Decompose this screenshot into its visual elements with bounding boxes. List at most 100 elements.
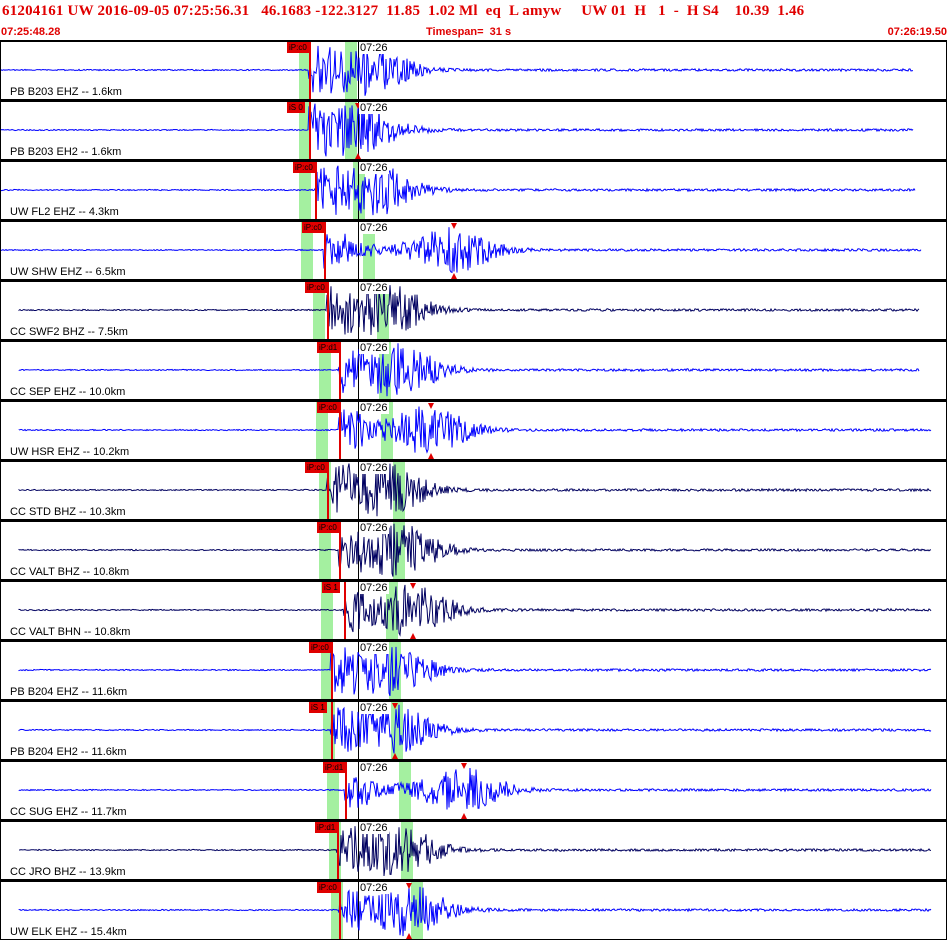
- arrival-marker: [392, 753, 398, 759]
- end-time: 07:26:19.50: [887, 26, 947, 38]
- channel-label: PB B203 EHZ -- 1.6km: [10, 86, 122, 98]
- trace-panel[interactable]: iS 1 07:26 PB B204 EH2 -- 11.6km: [0, 700, 947, 760]
- waveform: [18, 403, 932, 459]
- waveform: [19, 826, 931, 877]
- channel-label: CC VALT BHN -- 10.8km: [10, 626, 131, 638]
- waveform-trace: [18, 704, 932, 754]
- pick-flag[interactable]: iP:c0: [305, 462, 327, 473]
- trace-panel[interactable]: iP:c0 07:26 PB B204 EHZ -- 11.6km: [0, 640, 947, 700]
- arrival-marker: [451, 273, 457, 279]
- pick-flag[interactable]: iP:c0: [317, 882, 339, 893]
- time-tick-label: 07:26: [359, 582, 389, 594]
- trace-panel[interactable]: iP:c0 07:26 PB B203 EHZ -- 1.6km: [0, 40, 947, 100]
- event-header: 61204161 UW 2016-09-05 07:25:56.31 46.16…: [0, 0, 949, 40]
- pick-line[interactable]: [337, 822, 339, 879]
- waveform: [18, 283, 920, 336]
- waveform: [1, 103, 914, 159]
- pick-flag[interactable]: iP:c0: [317, 522, 339, 533]
- trace-panel[interactable]: iP:d1 07:26 CC SUG EHZ -- 11.7km: [0, 760, 947, 820]
- channel-label: CC SEP EHZ -- 10.0km: [10, 386, 126, 398]
- waveform: [1, 45, 914, 96]
- pick-flag[interactable]: iS 1: [322, 582, 340, 593]
- waveform: [18, 583, 932, 639]
- waveform: [18, 703, 932, 759]
- pick-flag[interactable]: iP:d1: [323, 762, 346, 773]
- trace-panel[interactable]: iP:c0 07:26 UW ELK EHZ -- 15.4km: [0, 880, 947, 940]
- pick-flag[interactable]: iP:c0: [317, 402, 339, 413]
- time-tick-label: 07:26: [359, 282, 389, 294]
- waveform-trace: [1, 45, 914, 96]
- waveform-trace: [1, 227, 922, 274]
- waveform-trace: [18, 463, 932, 517]
- pick-line[interactable]: [324, 222, 326, 279]
- trace-panel[interactable]: iP:d1 07:26 CC JRO BHZ -- 13.9km: [0, 820, 947, 880]
- pick-line[interactable]: [339, 342, 341, 399]
- trace-panel[interactable]: iP:d1 07:26 CC SEP EHZ -- 10.0km: [0, 340, 947, 400]
- waveform-trace: [18, 584, 932, 637]
- channel-label: CC JRO BHZ -- 13.9km: [10, 866, 126, 878]
- pick-flag[interactable]: iP:c0: [287, 42, 309, 53]
- pick-flag[interactable]: iS 0: [287, 102, 305, 113]
- time-tick-label: 07:26: [359, 702, 389, 714]
- trace-panel[interactable]: iS 1 07:26 CC VALT BHN -- 10.8km: [0, 580, 947, 640]
- waveform: [18, 763, 932, 819]
- waveform: [1, 165, 916, 216]
- waveform-trace: [1, 103, 914, 157]
- time-tick-label: 07:26: [359, 762, 389, 774]
- trace-panel[interactable]: iP:c0 07:26 UW SHW EHZ -- 6.5km: [0, 220, 947, 280]
- trace-panel[interactable]: iP:c0 07:26 CC SWF2 BHZ -- 7.5km: [0, 280, 947, 340]
- channel-label: UW ELK EHZ -- 15.4km: [10, 926, 127, 938]
- channel-label: UW FL2 EHZ -- 4.3km: [10, 206, 119, 218]
- waveform-trace: [18, 646, 932, 696]
- pick-line[interactable]: [309, 42, 311, 99]
- pick-flag[interactable]: iP:c0: [293, 162, 315, 173]
- trace-panel[interactable]: iP:c0 07:26 CC VALT BHZ -- 10.8km: [0, 520, 947, 580]
- time-tick-label: 07:26: [359, 402, 389, 414]
- pick-flag[interactable]: iP:d1: [315, 822, 338, 833]
- pick-line[interactable]: [327, 462, 329, 519]
- trace-panel[interactable]: iS 0 07:26 PB B203 EH2 -- 1.6km: [0, 100, 947, 160]
- waveform: [18, 343, 920, 397]
- trace-panel[interactable]: iP:c0 07:26 UW HSR EHZ -- 10.2km: [0, 400, 947, 460]
- waveform: [18, 883, 932, 939]
- waveform-trace: [18, 767, 932, 810]
- pick-line[interactable]: [339, 522, 341, 579]
- waveform-trace: [18, 283, 920, 336]
- pick-flag[interactable]: iS 1: [309, 702, 327, 713]
- pick-line[interactable]: [327, 282, 329, 339]
- pick-flag[interactable]: iP:c0: [302, 222, 324, 233]
- time-tick-label: 07:26: [359, 102, 389, 114]
- pick-line[interactable]: [339, 882, 341, 939]
- pick-flag[interactable]: iP:d1: [317, 342, 340, 353]
- pick-line[interactable]: [315, 162, 317, 219]
- channel-label: UW HSR EHZ -- 10.2km: [10, 446, 130, 458]
- pick-line[interactable]: [339, 402, 341, 459]
- arrival-marker: [392, 703, 398, 709]
- pick-line[interactable]: [344, 582, 346, 639]
- start-time: 07:25:48.28: [1, 26, 61, 38]
- pick-line[interactable]: [309, 102, 311, 159]
- arrival-marker: [428, 453, 434, 459]
- waveform-trace: [18, 343, 920, 397]
- time-tick-label: 07:26: [359, 642, 389, 654]
- pick-line[interactable]: [331, 702, 333, 759]
- channel-label: CC STD BHZ -- 10.3km: [10, 506, 126, 518]
- arrival-marker: [461, 763, 467, 769]
- seismogram-panels: iP:c0 07:26 PB B203 EHZ -- 1.6km iS 0 07:26 P…: [0, 40, 949, 940]
- waveform: [18, 523, 932, 577]
- arrival-marker: [410, 633, 416, 639]
- pick-flag[interactable]: iP:c0: [305, 282, 327, 293]
- trace-panel[interactable]: iP:c0 07:26 CC STD BHZ -- 10.3km: [0, 460, 947, 520]
- event-summary: 61204161 UW 2016-09-05 07:25:56.31 46.16…: [2, 3, 805, 19]
- waveform: [18, 646, 932, 696]
- pick-flag[interactable]: iP:c0: [309, 642, 331, 653]
- trace-panel[interactable]: iP:c0 07:26 UW FL2 EHZ -- 4.3km: [0, 160, 947, 220]
- waveform-trace: [18, 406, 932, 454]
- channel-label: CC SWF2 BHZ -- 7.5km: [10, 326, 128, 338]
- time-tick-label: 07:26: [359, 822, 389, 834]
- pick-line[interactable]: [345, 762, 347, 819]
- waveform-trace: [1, 165, 916, 216]
- pick-line[interactable]: [331, 642, 333, 699]
- channel-label: UW SHW EHZ -- 6.5km: [10, 266, 126, 278]
- waveform: [18, 463, 932, 517]
